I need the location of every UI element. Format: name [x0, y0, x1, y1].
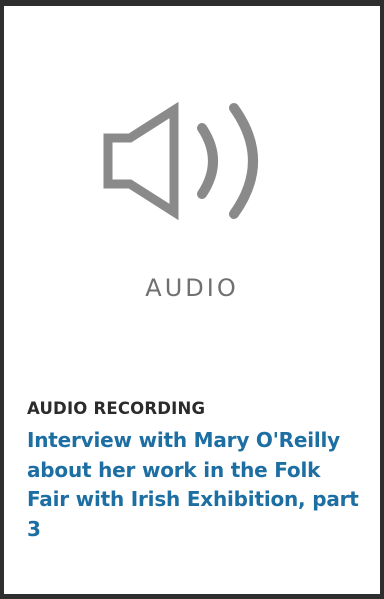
item-type-label: AUDIO RECORDING — [27, 399, 206, 418]
item-title-link[interactable]: Interview with Mary O'Reilly about her w… — [27, 426, 367, 544]
media-card[interactable]: AUDIO AUDIO RECORDING Interview with Mar… — [0, 0, 384, 599]
media-thumbnail[interactable]: AUDIO — [4, 6, 380, 336]
speaker-volume-icon — [103, 102, 258, 220]
media-type-caption: AUDIO — [145, 274, 239, 302]
item-metadata: AUDIO RECORDING Interview with Mary O'Re… — [27, 398, 367, 544]
